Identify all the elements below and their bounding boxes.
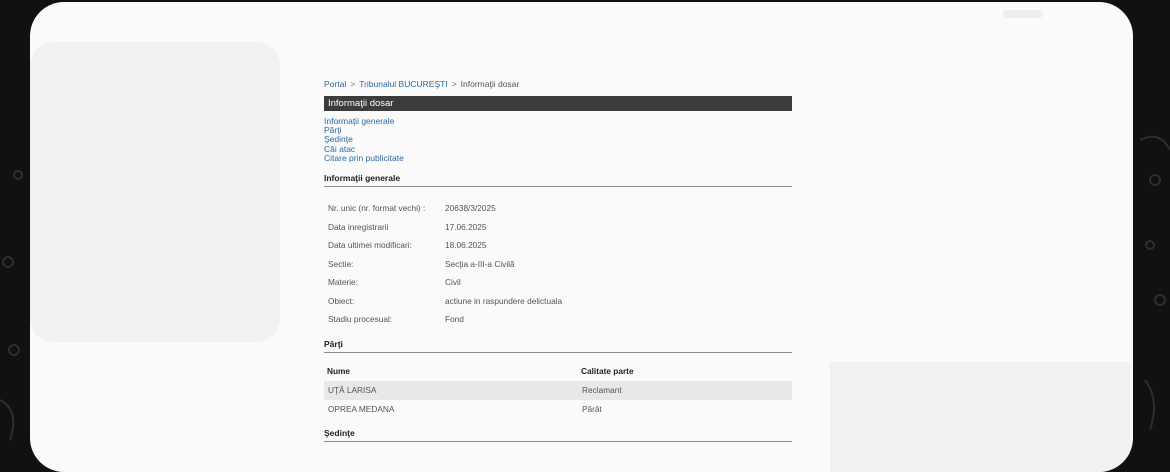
nav-link-parti[interactable]: Părţi bbox=[324, 125, 792, 135]
info-row: Data ultimei modificari: 18.06.2025 bbox=[324, 236, 792, 255]
section-heading-informatii-generale: Informaţii generale bbox=[324, 173, 792, 188]
general-info-table: Nr. unic (nr. format vechi) : 20638/3/20… bbox=[324, 199, 792, 329]
breadcrumb-current: Informaţii dosar bbox=[460, 79, 520, 89]
nav-link-citare-publicitate[interactable]: Citare prin publicitate bbox=[324, 153, 792, 163]
info-value: 20638/3/2025 bbox=[445, 203, 496, 214]
page-title-bar: Informaţii dosar bbox=[324, 96, 792, 111]
breadcrumb-separator: > bbox=[350, 79, 356, 89]
info-label: Nr. unic (nr. format vechi) : bbox=[328, 203, 426, 214]
column-header-calitate: Calitate parte bbox=[581, 366, 634, 377]
browser-card: calcul Portal>Tribunalul BUCUREŞTI>Infor… bbox=[30, 2, 1133, 472]
breadcrumb: Portal > Tribunalul BUCUREŞTI > Informaţii d… bbox=[324, 78, 792, 90]
nav-link-informatii-generale[interactable]: Informaţii generale bbox=[324, 116, 792, 126]
case-details-content: Portal > Tribunalul BUCUREŞTI > Informaţii d… bbox=[324, 78, 792, 442]
section-nav: Informaţii generale Părţi Şedinţe Căi at… bbox=[324, 116, 792, 163]
breadcrumb-separator: > bbox=[451, 79, 457, 89]
info-value: Civil bbox=[445, 277, 461, 288]
section-heading-parti: Părţi bbox=[324, 339, 792, 353]
party-role: Pârât bbox=[582, 404, 602, 415]
party-role: Reclamant bbox=[578, 380, 792, 400]
party-name: UŢĂ LARISA bbox=[324, 380, 578, 400]
info-label: Data ultimei modificari: bbox=[328, 240, 412, 251]
info-label: Stadiu procesual: bbox=[328, 314, 393, 325]
column-header-nume: Nume bbox=[327, 366, 351, 377]
info-row: Stadiu procesual: Fond bbox=[324, 310, 792, 329]
info-row: Nr. unic (nr. format vechi) : 20638/3/20… bbox=[324, 199, 792, 218]
party-name: OPREA MEDANA bbox=[328, 404, 395, 415]
breadcrumb-portal-link[interactable]: Portal bbox=[324, 79, 346, 89]
info-label: Sectie: bbox=[328, 258, 354, 269]
ghost-panel-left bbox=[30, 42, 280, 342]
info-label: Data inregistrarii bbox=[328, 221, 389, 232]
table-row: UŢĂ LARISA Reclamant bbox=[324, 380, 792, 400]
table-header-row: Nume Calitate parte bbox=[324, 362, 792, 381]
info-label: Materie: bbox=[328, 277, 358, 288]
ghost-pill bbox=[1003, 10, 1043, 18]
section-heading-sedinte: Şedinţe bbox=[324, 428, 792, 442]
table-row: OPREA MEDANA Pârât bbox=[324, 400, 792, 419]
info-row: Materie: Civil bbox=[324, 273, 792, 292]
info-value: 17.06.2025 bbox=[445, 221, 487, 232]
parties-table: Nume Calitate parte UŢĂ LARISA Reclamant… bbox=[324, 362, 792, 419]
info-row: Obiect: actiune in raspundere delictuala bbox=[324, 292, 792, 311]
info-value: Fond bbox=[445, 314, 464, 325]
ghost-panel-right bbox=[830, 362, 1130, 472]
nav-link-sedinte[interactable]: Şedinţe bbox=[324, 135, 792, 144]
info-value: 18.06.2025 bbox=[445, 240, 487, 251]
breadcrumb-tribunal-link[interactable]: Tribunalul BUCUREŞTI bbox=[359, 79, 448, 89]
info-label: Obiect: bbox=[328, 295, 355, 306]
info-row: Data inregistrarii 17.06.2025 bbox=[324, 218, 792, 237]
info-row: Sectie: Secţia a-III-a Civilă bbox=[324, 255, 792, 274]
info-value: actiune in raspundere delictuala bbox=[445, 295, 563, 306]
info-value: Secţia a-III-a Civilă bbox=[445, 258, 515, 269]
